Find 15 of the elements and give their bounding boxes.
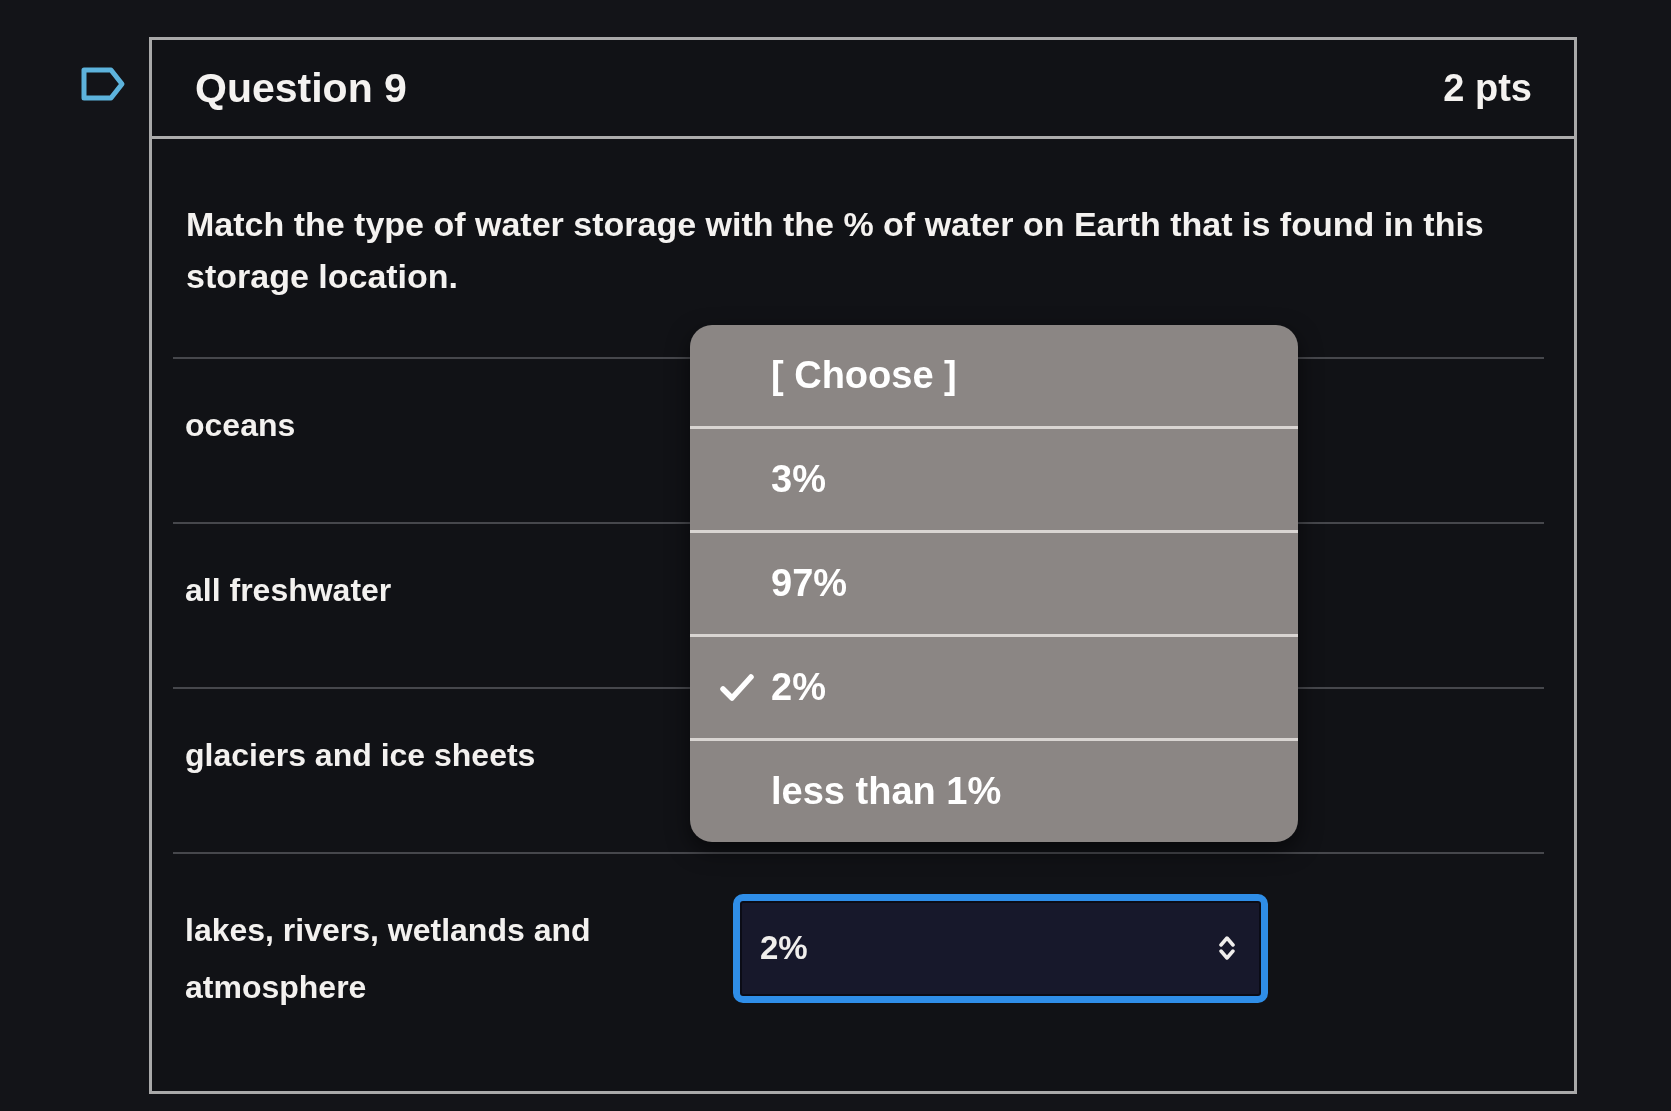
question-title: Question 9 xyxy=(195,64,407,112)
dropdown-option[interactable]: 2% xyxy=(690,634,1298,738)
question-prompt: Match the type of water storage with the % of water on Earth that is found in this storage location. xyxy=(186,205,1484,295)
tag-icon[interactable] xyxy=(80,66,126,102)
dropdown-option[interactable]: less than 1% xyxy=(690,738,1298,842)
match-label: lakes, rivers, wetlands and atmosphere xyxy=(185,912,591,1005)
match-label: oceans xyxy=(185,407,296,443)
dropdown-option[interactable]: [ Choose ] xyxy=(690,325,1298,426)
up-down-caret-icon xyxy=(1219,935,1235,961)
dropdown-option[interactable]: 97% xyxy=(690,530,1298,634)
dropdown-option[interactable]: 3% xyxy=(690,426,1298,530)
points-label: 2 pts xyxy=(1443,66,1532,110)
answer-select[interactable]: 2% xyxy=(733,893,1268,1003)
match-label: glaciers and ice sheets xyxy=(185,737,536,773)
match-label: all freshwater xyxy=(185,572,392,608)
